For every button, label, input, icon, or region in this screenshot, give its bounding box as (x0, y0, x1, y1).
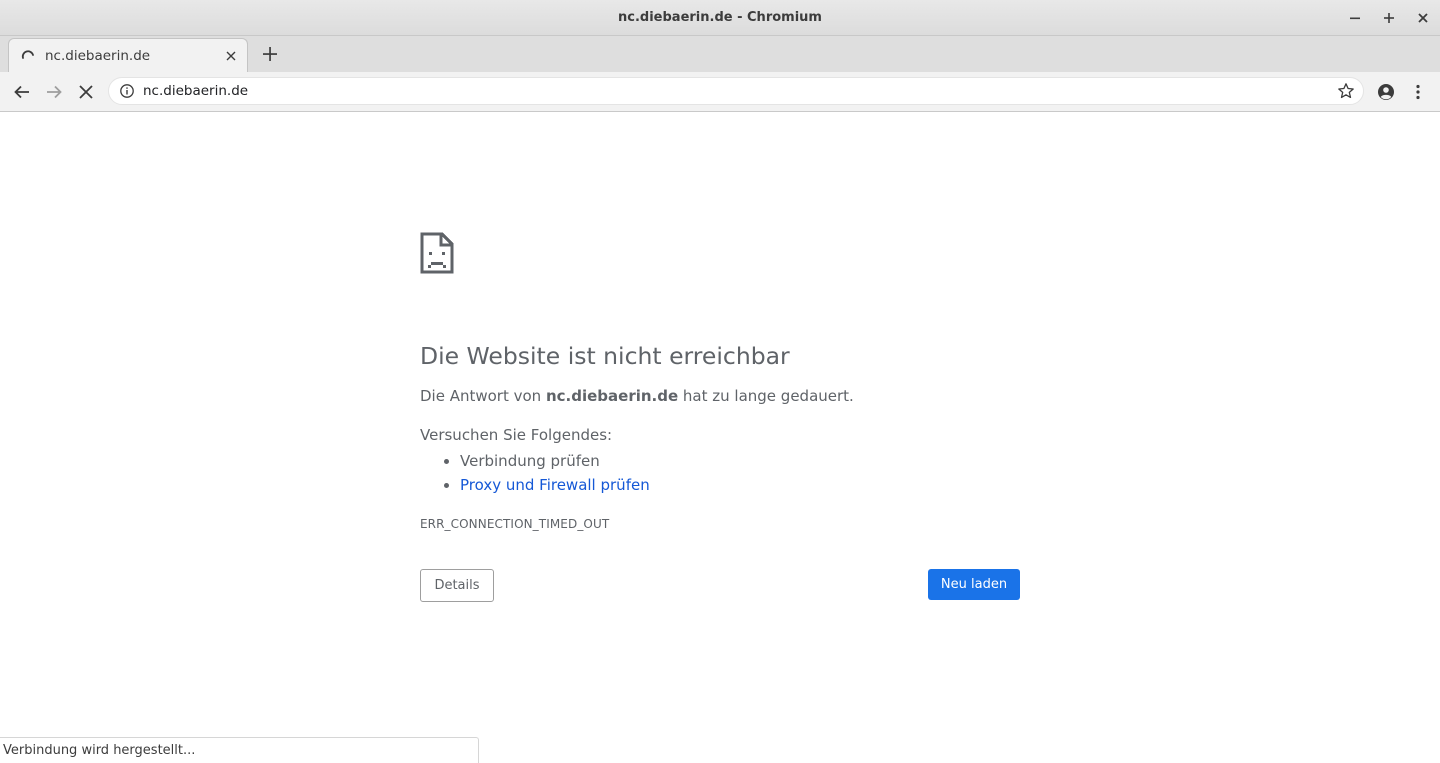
browser-toolbar: nc.diebaerin.de (0, 72, 1440, 112)
error-content: Die Website ist nicht erreichbar Die Ant… (420, 232, 1020, 531)
tab-title: nc.diebaerin.de (45, 47, 151, 64)
tab-close-button[interactable] (221, 46, 241, 66)
desc-host: nc.diebaerin.de (545, 387, 679, 405)
maximize-icon (1384, 13, 1394, 23)
window-controls (1338, 0, 1440, 36)
three-dots-vertical-icon (1416, 84, 1420, 100)
star-icon[interactable] (1337, 82, 1355, 100)
suggestion-item: Proxy und Firewall prüfen (460, 473, 1020, 497)
close-icon (1418, 13, 1428, 23)
arrow-left-icon (14, 85, 29, 99)
suggestion-check-connection: Verbindung prüfen (460, 452, 600, 470)
close-icon (226, 51, 236, 60)
minimize-button[interactable] (1338, 0, 1372, 36)
minimize-icon (1350, 17, 1360, 20)
forward-button[interactable] (40, 78, 68, 106)
loading-spinner-icon (21, 49, 34, 59)
suggestion-proxy-firewall-link[interactable]: Proxy und Firewall prüfen (460, 476, 650, 494)
address-bar[interactable]: nc.diebaerin.de (108, 77, 1364, 105)
stop-x-icon (79, 85, 93, 99)
menu-button[interactable] (1404, 78, 1432, 106)
error-heading: Die Website ist nicht erreichbar (420, 342, 790, 370)
error-description: Die Antwort von nc.diebaerin.de hat zu l… (420, 386, 1020, 406)
url-text[interactable]: nc.diebaerin.de (143, 83, 1337, 99)
plus-icon (263, 47, 277, 61)
info-icon[interactable] (119, 83, 135, 99)
suggestions-list: Verbindung prüfen Proxy und Firewall prü… (420, 449, 1020, 497)
details-button[interactable]: Details (420, 569, 494, 602)
close-window-button[interactable] (1406, 0, 1440, 36)
sad-document-icon (420, 232, 454, 274)
new-tab-button[interactable] (258, 44, 282, 64)
window-title: nc.diebaerin.de - Chromium (618, 10, 822, 25)
window-titlebar: nc.diebaerin.de - Chromium (0, 0, 1440, 36)
try-label: Versuchen Sie Folgendes: (420, 426, 613, 444)
tab-strip: nc.diebaerin.de (0, 36, 1440, 72)
tab-active[interactable]: nc.diebaerin.de (8, 38, 248, 72)
status-bubble: Verbindung wird hergestellt... (0, 737, 479, 763)
desc-prefix: Die Antwort von (420, 387, 546, 405)
arrow-right-icon (47, 85, 62, 99)
account-circle-icon (1378, 84, 1394, 100)
maximize-button[interactable] (1372, 0, 1406, 36)
suggestion-item: Verbindung prüfen (460, 449, 1020, 473)
desc-suffix: hat zu lange gedauert. (678, 387, 854, 405)
stop-button[interactable] (72, 78, 100, 106)
reload-button[interactable]: Neu laden (928, 569, 1020, 600)
error-code: ERR_CONNECTION_TIMED_OUT (420, 517, 610, 531)
back-button[interactable] (8, 78, 36, 106)
profile-button[interactable] (1372, 78, 1400, 106)
